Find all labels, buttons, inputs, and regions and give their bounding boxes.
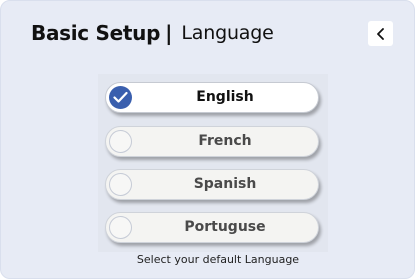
language-option-spanish[interactable]: Spanish: [105, 169, 319, 200]
language-option-label: Portuguse: [184, 219, 266, 235]
helper-text: Select your default Language: [136, 253, 300, 266]
back-button[interactable]: [368, 21, 393, 46]
radio-unchecked[interactable]: [109, 216, 132, 239]
language-option-french[interactable]: French: [105, 126, 319, 157]
radio-unchecked[interactable]: [109, 173, 132, 196]
chevron-left-icon: [376, 27, 384, 40]
language-option-label: English: [196, 89, 254, 105]
title-separator: |: [165, 21, 173, 45]
radio-unchecked[interactable]: [109, 130, 132, 153]
page-title: Basic Setup | Language: [31, 17, 274, 49]
page-title-section: Basic Setup: [31, 21, 161, 45]
language-option-english[interactable]: English: [105, 82, 319, 113]
page-title-subsection: Language: [181, 22, 274, 44]
language-setup-panel: Basic Setup | Language English French Sp…: [0, 0, 415, 279]
language-option-label: French: [198, 133, 252, 149]
language-option-portuguse[interactable]: Portuguse: [105, 212, 319, 243]
radio-checked[interactable]: [109, 86, 132, 109]
language-option-label: Spanish: [193, 176, 257, 192]
check-icon: [113, 91, 128, 103]
